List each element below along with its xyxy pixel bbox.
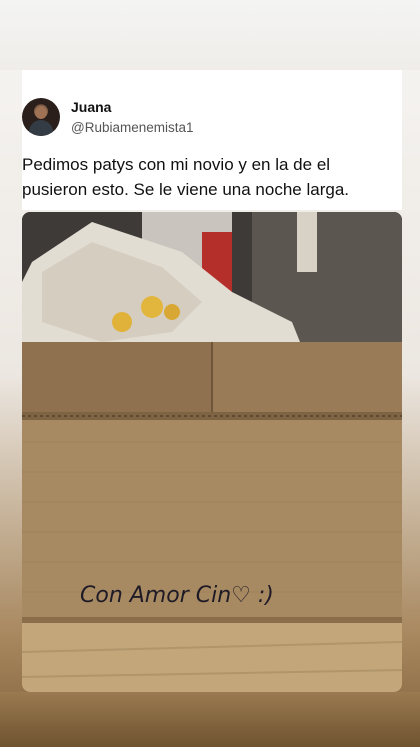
- avatar-head: [35, 106, 47, 119]
- tweet-text: Pedimos patys con mi novio y en la de el…: [22, 155, 350, 199]
- author-handle[interactable]: @Rubiamenemista1: [71, 120, 194, 135]
- story-bottom-gradient: [0, 692, 420, 747]
- photo-scene: Con Amor Cin♡ :): [22, 212, 402, 692]
- author-avatar[interactable]: [22, 98, 60, 136]
- author-name[interactable]: Juana: [71, 99, 111, 115]
- story-background: [0, 0, 420, 70]
- tweet-photo[interactable]: Con Amor Cin♡ :): [22, 212, 402, 692]
- avatar-body: [29, 120, 53, 136]
- photo-handwriting: Con Amor Cin♡ :): [80, 583, 274, 608]
